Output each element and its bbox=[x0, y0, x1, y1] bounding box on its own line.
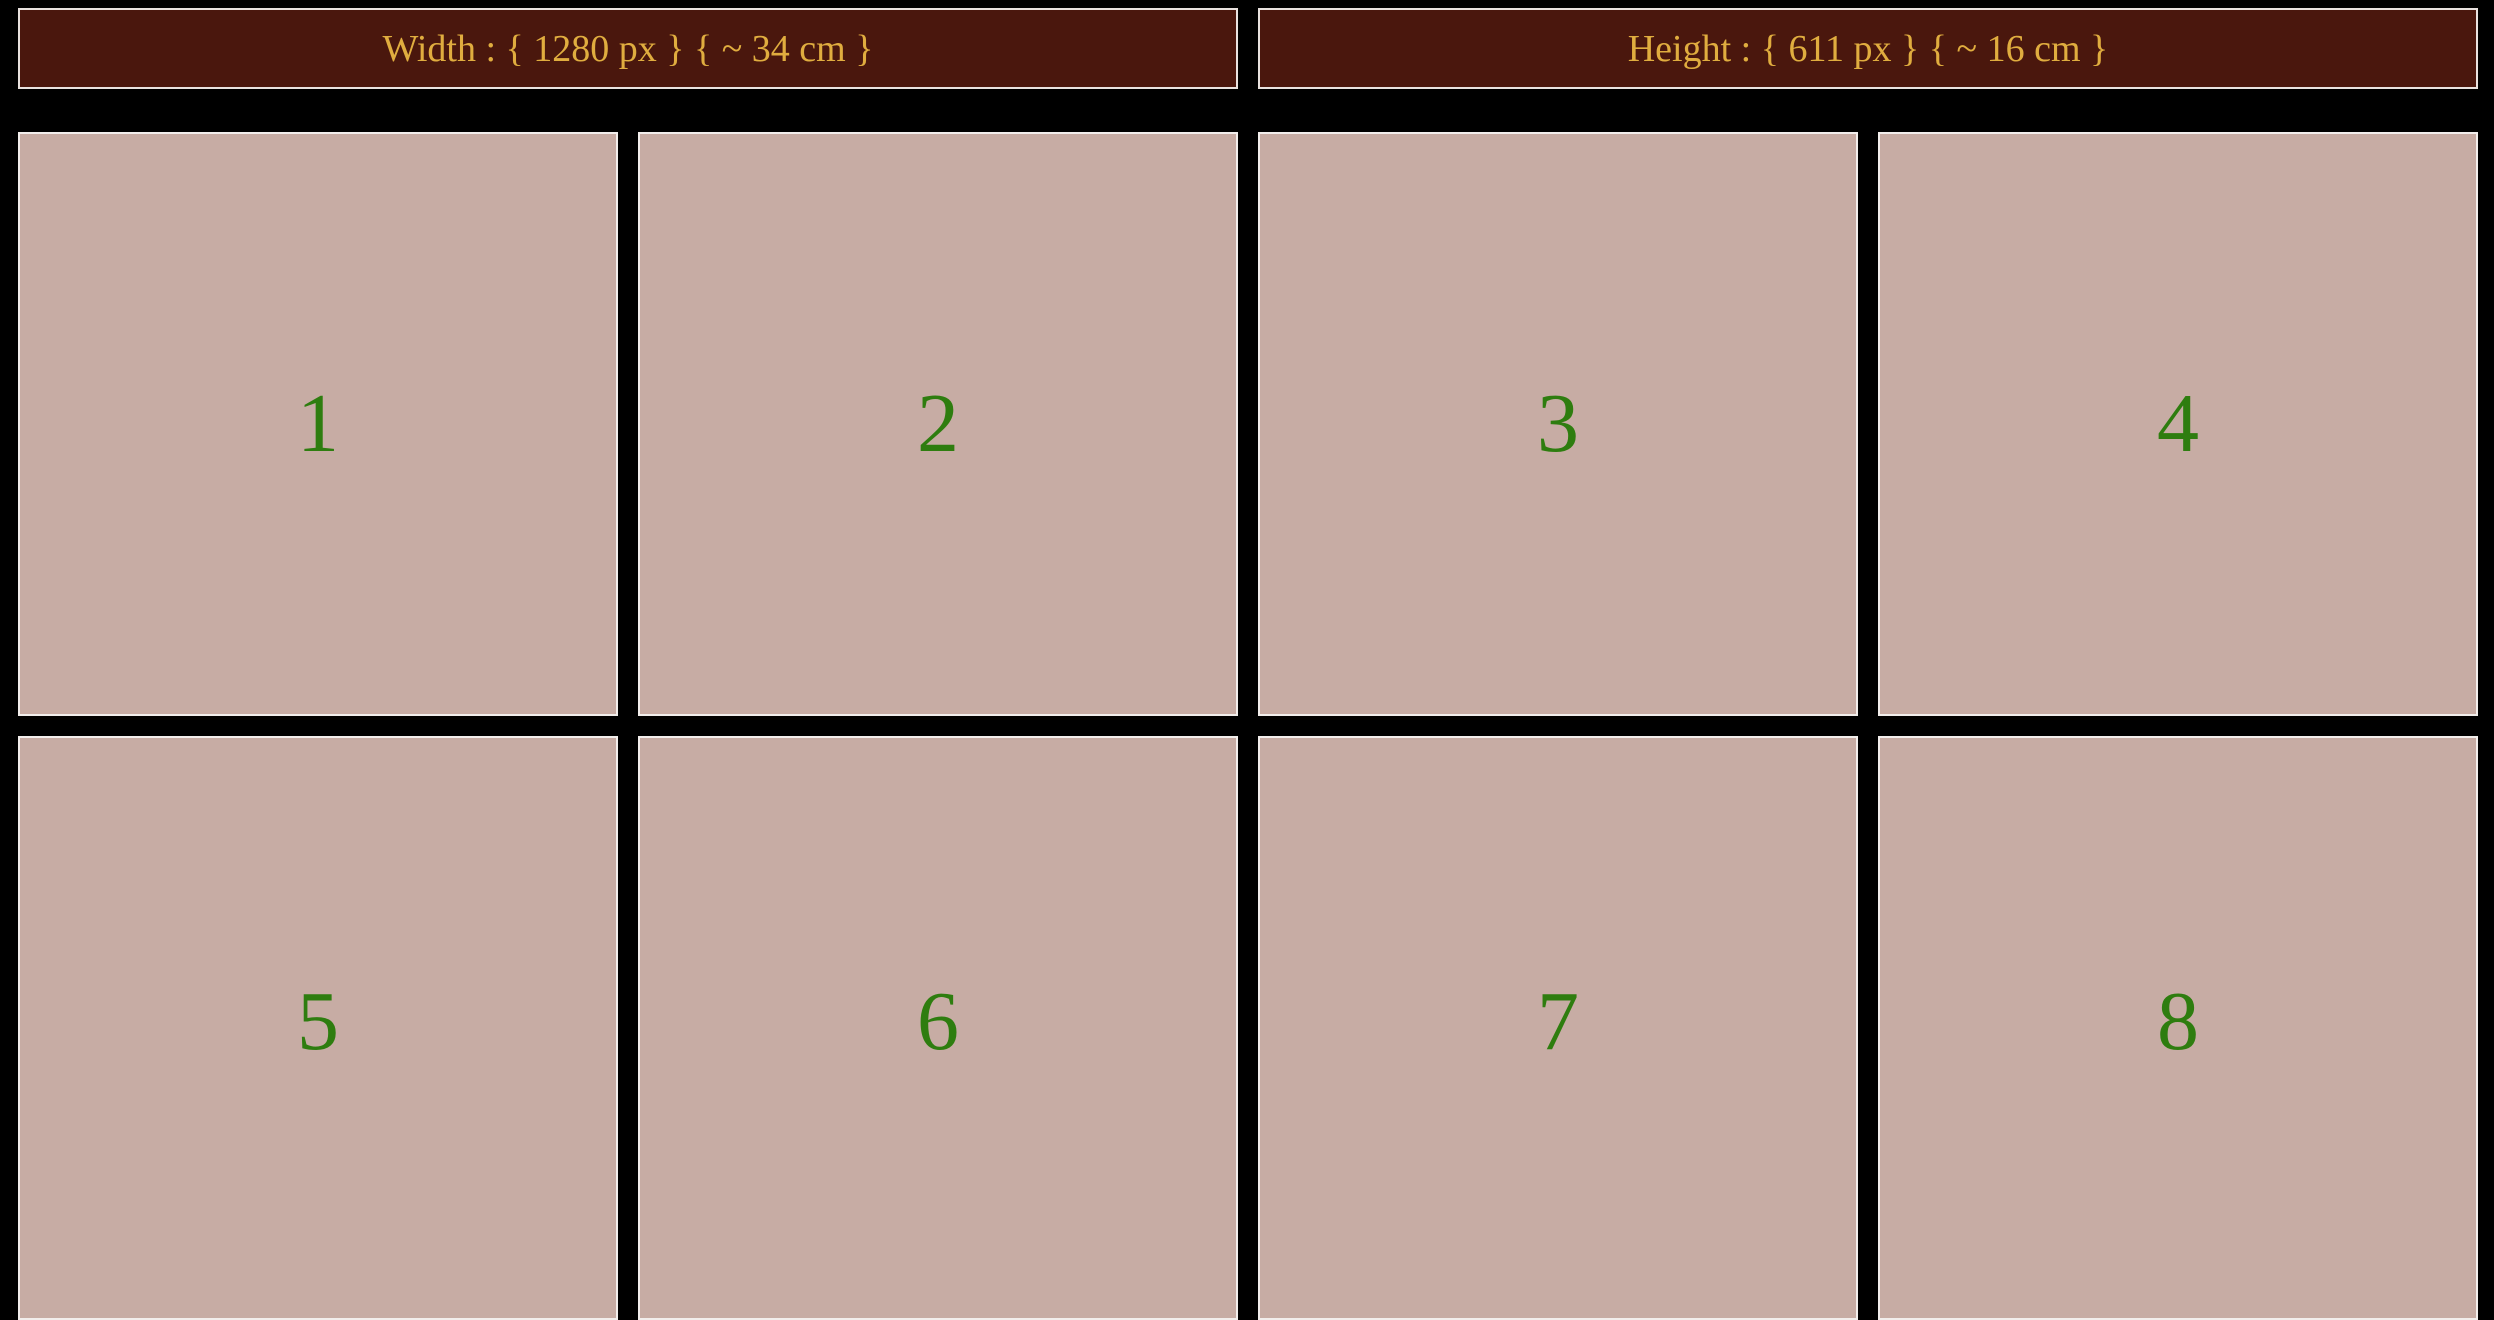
tile-2[interactable]: 2 bbox=[638, 132, 1238, 716]
height-info-bar: Height : { 611 px } { ~ 16 cm } bbox=[1258, 8, 2478, 89]
tile-number: 2 bbox=[917, 377, 959, 470]
tile-8[interactable]: 8 bbox=[1878, 736, 2478, 1320]
width-info-bar: Width : { 1280 px } { ~ 34 cm } bbox=[18, 8, 1238, 89]
tile-number: 3 bbox=[1537, 377, 1579, 470]
tile-6[interactable]: 6 bbox=[638, 736, 1238, 1320]
tile-3[interactable]: 3 bbox=[1258, 132, 1858, 716]
tile-number: 1 bbox=[297, 377, 339, 470]
tile-4[interactable]: 4 bbox=[1878, 132, 2478, 716]
tile-number: 6 bbox=[917, 975, 959, 1068]
height-label: Height : { 611 px } { ~ 16 cm } bbox=[1627, 27, 2109, 70]
tile-number: 8 bbox=[2157, 975, 2199, 1068]
tile-5[interactable]: 5 bbox=[18, 736, 618, 1320]
tile-number: 4 bbox=[2157, 377, 2199, 470]
tile-7[interactable]: 7 bbox=[1258, 736, 1858, 1320]
tile-number: 7 bbox=[1537, 975, 1579, 1068]
tile-number: 5 bbox=[297, 975, 339, 1068]
tile-1[interactable]: 1 bbox=[18, 132, 618, 716]
width-label: Width : { 1280 px } { ~ 34 cm } bbox=[382, 27, 874, 70]
